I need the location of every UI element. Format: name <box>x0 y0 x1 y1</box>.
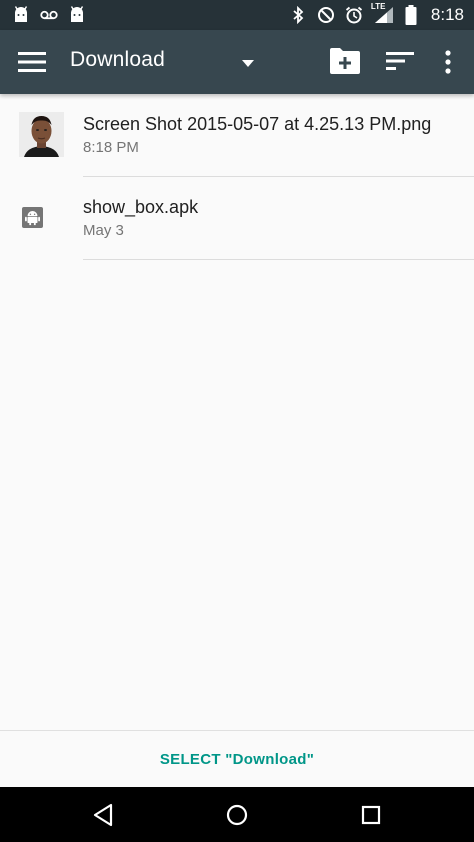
new-folder-icon <box>330 48 360 74</box>
page-title[interactable]: Download <box>70 48 165 72</box>
navigation-bar <box>0 787 474 842</box>
voicemail-icon <box>40 6 58 24</box>
list-item[interactable]: show_box.apk May 3 <box>0 177 474 260</box>
menu-icon <box>18 52 46 72</box>
sort-button[interactable] <box>386 49 414 73</box>
sort-icon <box>386 52 414 70</box>
more-vert-icon <box>445 50 451 74</box>
recents-button[interactable] <box>358 802 384 828</box>
menu-button[interactable] <box>18 50 46 74</box>
home-button[interactable] <box>224 802 250 828</box>
back-icon <box>93 803 113 827</box>
status-left <box>12 6 86 24</box>
file-list: Screen Shot 2015-05-07 at 4.25.13 PM.png… <box>0 94 474 260</box>
do-not-disturb-icon <box>317 6 335 24</box>
battery-icon <box>405 5 417 25</box>
bottom-bar: SELECT "Download" <box>0 730 474 787</box>
roots-dropdown-button[interactable] <box>241 56 255 67</box>
file-date: May 3 <box>83 222 124 239</box>
alarm-icon <box>345 6 363 24</box>
file-date: 8:18 PM <box>83 139 139 156</box>
file-name: show_box.apk <box>83 197 199 217</box>
android-icon <box>22 207 43 228</box>
new-folder-button[interactable] <box>329 47 361 75</box>
status-bar: LTE 8:18 <box>0 0 474 30</box>
more-options-button[interactable] <box>440 48 456 76</box>
recents-icon <box>361 805 381 825</box>
back-button[interactable] <box>91 802 117 828</box>
image-thumbnail <box>19 112 64 157</box>
select-folder-button[interactable]: SELECT "Download" <box>160 751 314 768</box>
android-icon <box>12 6 30 24</box>
android-icon <box>68 6 86 24</box>
file-name: Screen Shot 2015-05-07 at 4.25.13 PM.png <box>83 114 432 134</box>
bluetooth-icon <box>289 6 307 24</box>
home-icon <box>226 804 248 826</box>
status-time: 8:18 <box>430 5 464 24</box>
app-bar: Download <box>0 30 474 94</box>
network-type-label: LTE <box>370 2 386 11</box>
divider <box>83 259 474 260</box>
dropdown-arrow-icon <box>242 60 254 67</box>
list-item[interactable]: Screen Shot 2015-05-07 at 4.25.13 PM.png… <box>0 94 474 177</box>
signal-icon: LTE <box>371 2 395 24</box>
status-right: LTE 8:18 <box>289 2 464 25</box>
